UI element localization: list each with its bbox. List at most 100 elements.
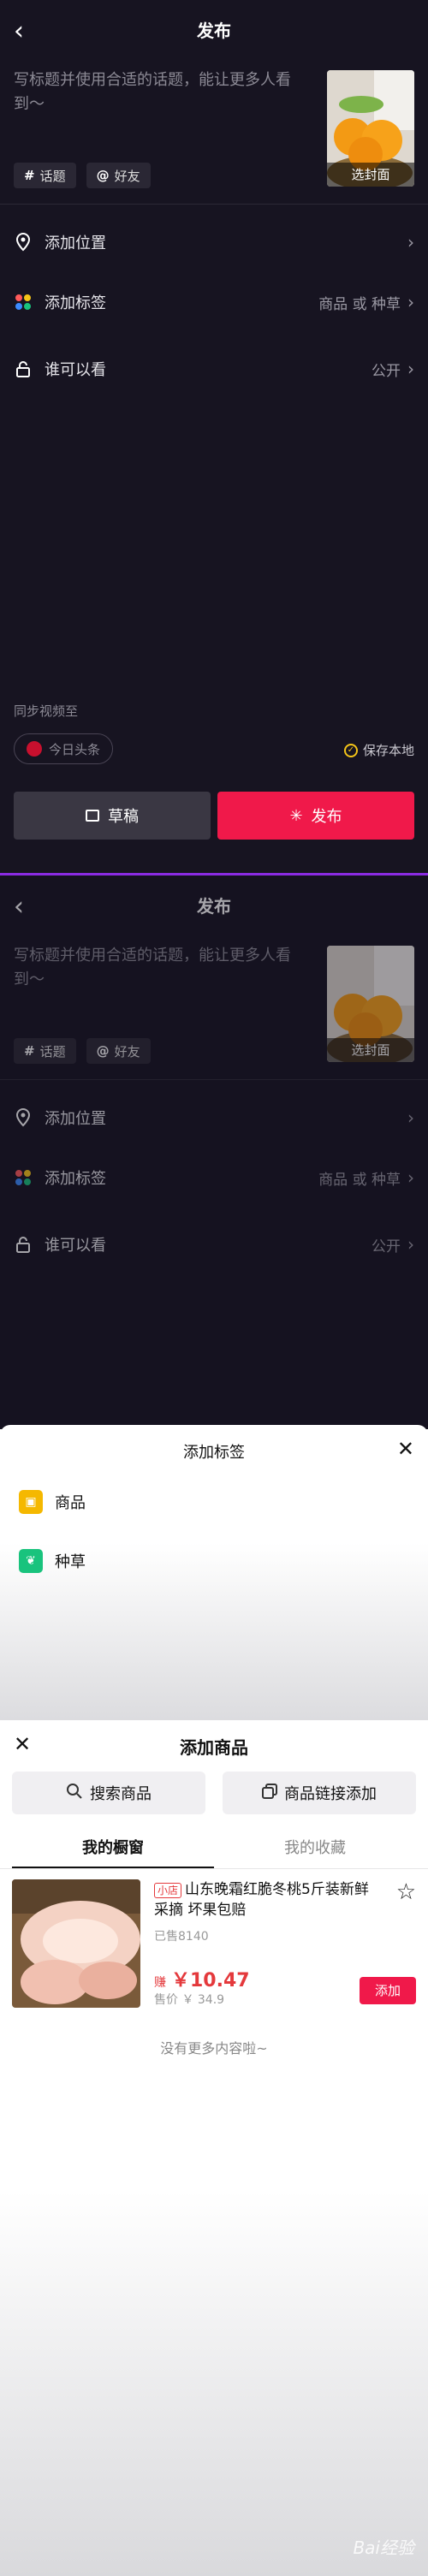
tag-value: 商品 或 种草 (318, 1171, 401, 1189)
tag-item-label: 商品 (55, 1494, 86, 1512)
tab-label: 我的收藏 (284, 1839, 346, 1857)
earn-prefix: 赚 (154, 1976, 166, 1990)
friend-chip-label: 好友 (114, 168, 140, 184)
tab-label: 我的橱窗 (82, 1839, 144, 1857)
tag-sheet: 添加标签 ✕ ▣ 商品 ❦ 种草 (0, 1425, 428, 1720)
publish-header: ‹ 发布 (0, 0, 428, 62)
chevron-right-icon: › (407, 1167, 414, 1188)
add-tag-row[interactable]: 添加标签 商品 或 种草 › (14, 1160, 414, 1195)
draft-box-icon (86, 810, 99, 822)
watermark: Bai经验 (353, 2537, 414, 2558)
link-add-button[interactable]: 商品链接添加 (223, 1772, 416, 1814)
copy-link-icon (262, 1783, 277, 1803)
shopping-bag-icon: ▣ (19, 1490, 43, 1514)
check-circle-icon: ✓ (343, 743, 358, 757)
add-tag-label: 添加标签 (45, 294, 106, 312)
visibility-row[interactable]: 谁可以看 公开 › (14, 1227, 414, 1261)
tag-dots-icon (14, 293, 33, 312)
chevron-right-icon: › (407, 232, 414, 252)
save-local-toggle[interactable]: ✓ 保存本地 (343, 741, 414, 759)
visibility-label: 谁可以看 (45, 361, 106, 379)
topic-chip-label: 话题 (39, 168, 66, 184)
publish-button[interactable]: ✳ 发布 (217, 792, 414, 840)
toutiao-icon (27, 741, 42, 757)
chevron-right-icon: › (407, 1107, 414, 1128)
tab-my-showcase[interactable]: 我的橱窗 (12, 1831, 214, 1869)
product-name: 山东晚霜红脆冬桃5斤装新鲜采摘 坏果包赔 (154, 1881, 369, 1919)
publish-button-label: 发布 (311, 808, 342, 826)
caption-input[interactable]: 写标题并使用合适的话题，能让更多人看到～ (14, 944, 305, 992)
shop-badge: 小店 (154, 1883, 182, 1898)
divider (0, 1079, 428, 1080)
save-local-label: 保存本地 (362, 743, 414, 758)
friend-chip[interactable]: @ 好友 (86, 163, 151, 188)
visibility-row[interactable]: 谁可以看 公开 › (14, 352, 414, 386)
chevron-right-icon: › (407, 292, 414, 312)
visibility-value: 公开 (372, 1238, 401, 1255)
add-location-row[interactable]: 添加位置 › (14, 225, 414, 259)
friend-chip-label: 好友 (114, 1043, 140, 1059)
tag-sheet-title: 添加标签 (183, 1444, 245, 1462)
search-product-button[interactable]: 搜索商品 (12, 1772, 205, 1814)
hash-icon: # (24, 168, 35, 183)
product-image (12, 1879, 140, 2008)
visibility-value: 公开 (372, 362, 401, 380)
tag-item-product[interactable]: ▣ 商品 (19, 1490, 86, 1514)
product-title: 小店 山东晚霜红脆冬桃5斤装新鲜采摘 坏果包赔 (154, 1879, 382, 1920)
search-icon (66, 1783, 83, 1804)
product-card: 小店 山东晚霜红脆冬桃5斤装新鲜采摘 坏果包赔 ☆ 已售8140 赚 ￥10.47… (12, 1879, 416, 2016)
product-price: 售价 ￥ 34.9 (154, 1993, 225, 2007)
tab-my-favorites[interactable]: 我的收藏 (214, 1831, 416, 1869)
tag-value: 商品 或 种草 (318, 295, 401, 313)
add-tag-label: 添加标签 (45, 1170, 106, 1188)
add-product-button[interactable]: 添加 (360, 1977, 416, 2004)
divider (0, 204, 428, 205)
chip-bar: # 话题 @ 好友 (14, 1038, 151, 1064)
at-icon: @ (96, 1043, 110, 1059)
sprout-icon: ❦ (19, 1549, 43, 1573)
link-add-label: 商品链接添加 (284, 1785, 377, 1803)
lock-icon (14, 359, 33, 378)
tag-item-recommend[interactable]: ❦ 种草 (19, 1549, 86, 1573)
cover-picker[interactable]: 选封面 (327, 946, 414, 1062)
favorite-star-icon[interactable]: ☆ (396, 1881, 416, 1903)
topic-chip[interactable]: # 话题 (14, 1038, 76, 1064)
add-location-row[interactable]: 添加位置 › (14, 1101, 414, 1135)
product-sold: 已售8140 (154, 1930, 209, 1944)
location-pin-icon (14, 1108, 33, 1127)
caption-input[interactable]: 写标题并使用合适的话题，能让更多人看到～ (14, 68, 305, 116)
at-icon: @ (96, 168, 110, 183)
topic-chip-label: 话题 (39, 1043, 66, 1059)
close-icon[interactable]: ✕ (397, 1437, 414, 1461)
visibility-label: 谁可以看 (45, 1237, 106, 1255)
dimmed-publish: ‹ 发布 写标题并使用合适的话题，能让更多人看到～ 选封面 # 话题 @ 好友 添加… (0, 875, 428, 1255)
add-product-screen: ✕ 添加商品 搜索商品 商品链接添加 我的橱窗 我的收藏 小店 山东晚霜红脆冬桃5… (0, 1720, 428, 2576)
chip-bar: # 话题 @ 好友 (14, 163, 151, 188)
page-title: 发布 (197, 896, 231, 917)
topic-chip[interactable]: # 话题 (14, 163, 76, 188)
earn-value: ￥10.47 (171, 1970, 250, 1991)
no-more-text: 没有更多内容啦~ (160, 2040, 268, 2057)
product-earn: 赚 ￥10.47 (154, 1965, 250, 1992)
draft-button-label: 草稿 (108, 808, 139, 826)
tag-item-label: 种草 (55, 1553, 86, 1571)
tag-sheet-screen: ‹ 发布 写标题并使用合适的话题，能让更多人看到～ 选封面 # 话题 @ 好友 添加… (0, 873, 428, 1429)
chevron-right-icon: › (407, 1234, 414, 1255)
draft-button[interactable]: 草稿 (14, 792, 211, 840)
toutiao-toggle[interactable]: 今日头条 (14, 733, 114, 764)
cover-label: 选封面 (327, 1038, 414, 1062)
publish-screen: ‹ 发布 写标题并使用合适的话题，能让更多人看到～ 选封面 # 话题 @ 好友 添加… (0, 0, 428, 873)
page-title: 添加商品 (180, 1737, 248, 1758)
search-product-label: 搜索商品 (90, 1785, 152, 1803)
friend-chip[interactable]: @ 好友 (86, 1038, 151, 1064)
add-location-label: 添加位置 (45, 234, 106, 252)
add-tag-row[interactable]: 添加标签 商品 或 种草 › (14, 285, 414, 319)
location-pin-icon (14, 233, 33, 252)
chevron-right-icon: › (407, 359, 414, 379)
add-location-label: 添加位置 (45, 1110, 106, 1128)
cover-label: 选封面 (327, 163, 414, 187)
toutiao-label: 今日头条 (49, 741, 101, 757)
hash-icon: # (24, 1043, 35, 1059)
sync-label: 同步视频至 (14, 703, 79, 719)
cover-picker[interactable]: 选封面 (327, 70, 414, 187)
